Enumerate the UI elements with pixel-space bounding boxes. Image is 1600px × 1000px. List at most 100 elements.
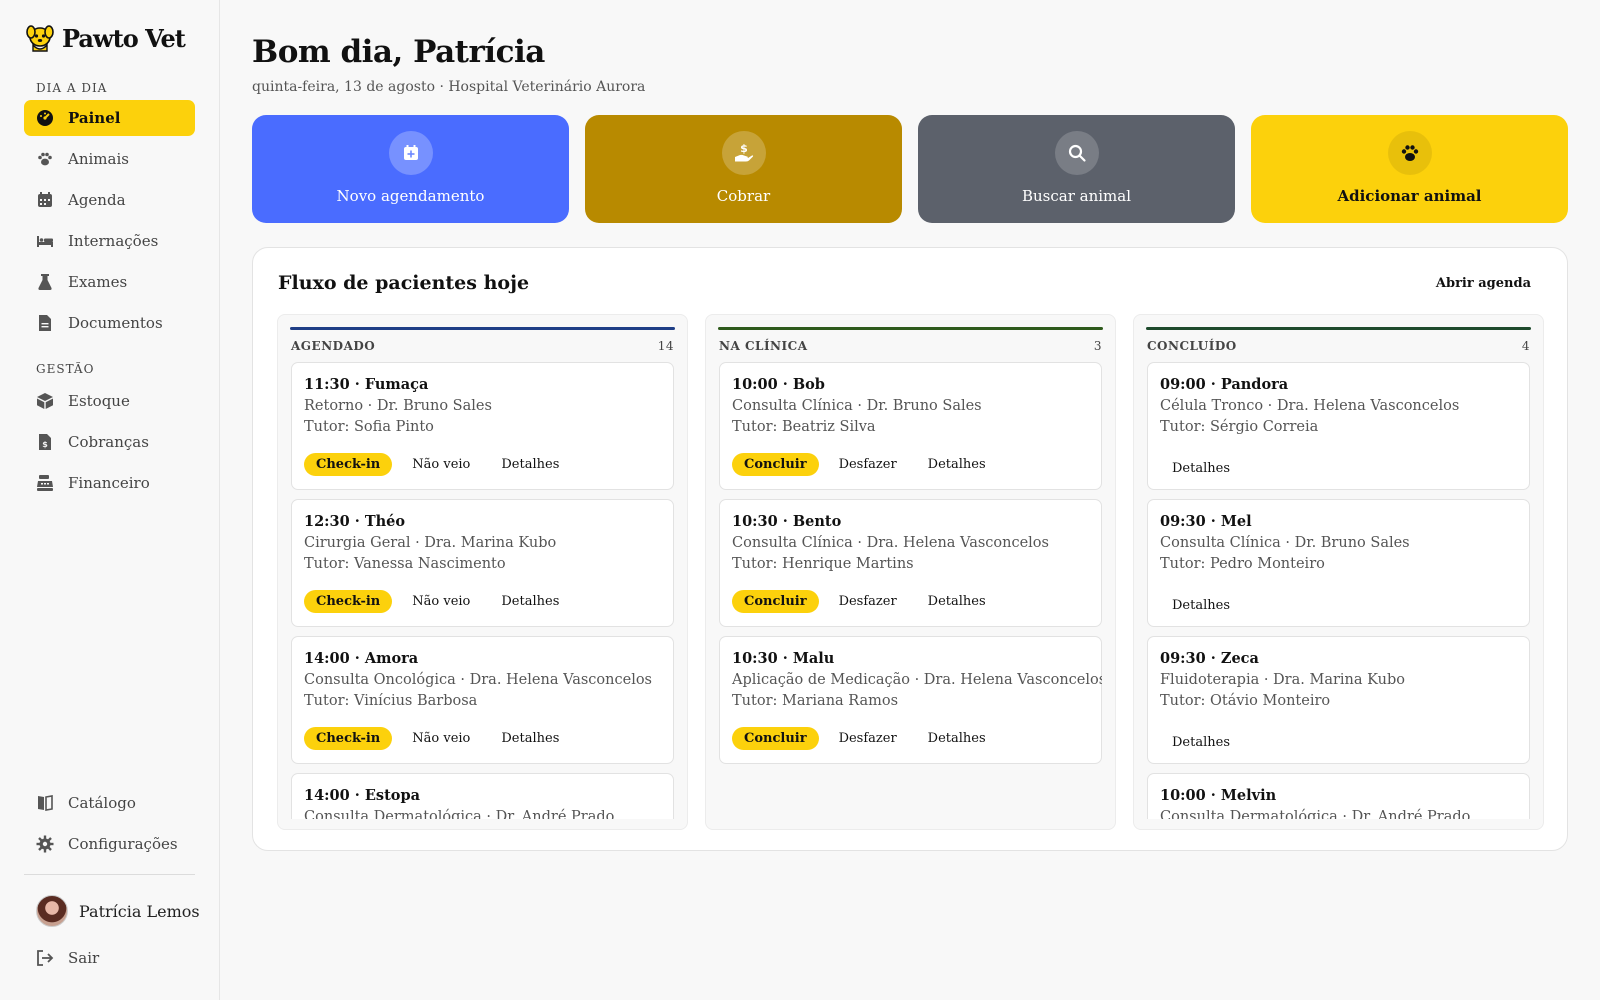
search-animal-button[interactable]: Buscar animal <box>918 115 1235 223</box>
patient-card[interactable]: 10:00 · Bob Consulta Clínica · Dr. Bruno … <box>719 362 1102 490</box>
sidebar-divider <box>24 874 195 875</box>
card-tutor: Tutor: Vanessa Nascimento <box>304 556 506 572</box>
book-icon <box>38 795 53 811</box>
card-service: Célula Tronco · Dra. Helena Vasconcelos <box>1160 398 1460 414</box>
card-title: 09:30 · Zeca <box>1160 650 1259 667</box>
card-title: 10:30 · Malu <box>732 650 835 667</box>
flask-icon <box>38 274 52 290</box>
card-service: Consulta Clínica · Dr. Bruno Sales <box>732 398 982 414</box>
sidebar-item-agenda[interactable]: Agenda <box>24 182 195 218</box>
sidebar-item-label: Financeiro <box>68 474 150 492</box>
sidebar-item-label: Painel <box>68 109 121 127</box>
card-list: 11:30 · Fumaça Retorno · Dr. Bruno Sales T… <box>291 362 674 819</box>
column-header: NA CLÍNICA 3 <box>719 339 1102 353</box>
card-details-button[interactable]: Detalhes <box>1172 598 1230 613</box>
page-title: Bom dia, Patrícia <box>252 34 545 70</box>
svg-text:$: $ <box>740 142 748 155</box>
card-details-button[interactable]: Detalhes <box>501 457 559 472</box>
card-primary-button[interactable]: Check-in <box>304 453 393 476</box>
cash-register-icon <box>37 475 53 491</box>
sidebar-item-exames[interactable]: Exames <box>24 264 195 300</box>
card-details-button[interactable]: Detalhes <box>501 594 559 609</box>
card-primary-button[interactable]: Concluir <box>732 590 819 613</box>
sidebar: Pawto Vet DIA A DIA Painel Animais Agend… <box>0 0 220 1000</box>
card-service: Consulta Clínica · Dr. Bruno Sales <box>1160 535 1410 551</box>
card-primary-button[interactable]: Check-in <box>304 590 393 613</box>
card-secondary-button[interactable]: Desfazer <box>839 594 897 609</box>
new-appointment-button[interactable]: Novo agendamento <box>252 115 569 223</box>
card-tutor: Tutor: Sofia Pinto <box>304 419 434 435</box>
card-details-button[interactable]: Detalhes <box>501 731 559 746</box>
card-actions: Detalhes <box>1160 461 1261 476</box>
quick-actions: Novo agendamento $ Cobrar Buscar animal … <box>252 115 1568 223</box>
card-secondary-button[interactable]: Desfazer <box>839 457 897 472</box>
logout-label: Sair <box>68 949 100 967</box>
card-secondary-button[interactable]: Não veio <box>412 731 470 746</box>
kanban-column: AGENDADO 14 11:30 · Fumaça Retorno · Dr. Br… <box>277 314 688 830</box>
card-details-button[interactable]: Detalhes <box>928 731 986 746</box>
patient-card[interactable]: 09:00 · Pandora Célula Tronco · Dra. Hele… <box>1147 362 1530 490</box>
card-tutor: Tutor: Mariana Ramos <box>732 693 899 709</box>
sidebar-item-animais[interactable]: Animais <box>24 141 195 177</box>
app-name: Pawto Vet <box>62 23 186 53</box>
card-primary-button[interactable]: Check-in <box>304 727 393 750</box>
add-animal-button[interactable]: Adicionar animal <box>1251 115 1568 223</box>
card-primary-button[interactable]: Concluir <box>732 727 819 750</box>
card-title: 12:30 · Théo <box>304 513 406 530</box>
card-details-button[interactable]: Detalhes <box>1172 735 1230 750</box>
card-actions: Concluir Desfazer Detalhes <box>732 453 1017 476</box>
hand-dollar-icon: $ <box>721 131 766 175</box>
card-title: 10:00 · Melvin <box>1160 787 1277 804</box>
sidebar-item-estoque[interactable]: Estoque <box>24 383 195 419</box>
patient-card[interactable]: 11:30 · Fumaça Retorno · Dr. Bruno Sales T… <box>291 362 674 490</box>
card-actions: Concluir Desfazer Detalhes <box>732 590 1017 613</box>
column-color-bar <box>290 327 675 330</box>
logout-button[interactable]: Sair <box>24 940 195 976</box>
card-actions: Detalhes <box>1160 598 1261 613</box>
svg-text:$: $ <box>42 440 48 449</box>
sidebar-item-catalogo[interactable]: Catálogo <box>24 785 195 821</box>
section-label-management: GESTÃO <box>36 362 95 376</box>
card-service: Aplicação de Medicação · Dra. Helena Vas… <box>732 672 1102 688</box>
patient-card[interactable]: 14:00 · Estopa Consulta Dermatológica · D… <box>291 773 674 819</box>
patient-card[interactable]: 10:30 · Bento Consulta Clínica · Dra. Hel… <box>719 499 1102 627</box>
open-agenda-link[interactable]: Abrir agenda <box>1436 276 1531 291</box>
patient-card[interactable]: 10:00 · Melvin Consulta Dermatológica · D… <box>1147 773 1530 819</box>
sidebar-item-label: Catálogo <box>68 794 136 812</box>
card-details-button[interactable]: Detalhes <box>928 594 986 609</box>
action-label: Adicionar animal <box>1337 187 1482 205</box>
dog-logo-icon <box>26 25 54 52</box>
card-details-button[interactable]: Detalhes <box>928 457 986 472</box>
patient-card[interactable]: 10:30 · Malu Aplicação de Medicação · Dra… <box>719 636 1102 764</box>
patient-card[interactable]: 09:30 · Mel Consulta Clínica · Dr. Bruno … <box>1147 499 1530 627</box>
patient-card[interactable]: 09:30 · Zeca Fluidoterapia · Dra. Marina … <box>1147 636 1530 764</box>
patient-card[interactable]: 14:00 · Amora Consulta Oncológica · Dra. … <box>291 636 674 764</box>
user-profile[interactable]: Patrícia Lemos <box>36 895 200 927</box>
sidebar-item-painel[interactable]: Painel <box>24 100 195 136</box>
card-primary-button[interactable]: Concluir <box>732 453 819 476</box>
action-label: Buscar animal <box>1021 187 1132 205</box>
sidebar-item-internacoes[interactable]: Internações <box>24 223 195 259</box>
avatar <box>36 895 68 927</box>
card-title: 14:00 · Estopa <box>304 787 420 804</box>
card-details-button[interactable]: Detalhes <box>1172 461 1230 476</box>
column-count: 14 <box>657 339 674 353</box>
card-secondary-button[interactable]: Não veio <box>412 457 470 472</box>
column-name: AGENDADO <box>291 339 376 353</box>
sidebar-item-documentos[interactable]: Documentos <box>24 305 195 341</box>
section-label-daily: DIA A DIA <box>36 81 108 95</box>
card-list: 10:00 · Bob Consulta Clínica · Dr. Bruno … <box>719 362 1102 819</box>
patient-card[interactable]: 12:30 · Théo Cirurgia Geral · Dra. Marina… <box>291 499 674 627</box>
gear-icon <box>36 835 54 853</box>
card-actions: Check-in Não veio Detalhes <box>304 453 590 476</box>
card-title: 10:30 · Bento <box>732 513 842 530</box>
logo[interactable]: Pawto Vet <box>24 22 186 54</box>
sidebar-item-cobrancas[interactable]: $ Cobranças <box>24 424 195 460</box>
page-subtitle: quinta-feira, 13 de agosto · Hospital Ve… <box>252 79 646 95</box>
card-actions: Check-in Não veio Detalhes <box>304 727 590 750</box>
sidebar-item-configuracoes[interactable]: Configurações <box>24 826 195 862</box>
sidebar-item-financeiro[interactable]: Financeiro <box>24 465 195 501</box>
charge-button[interactable]: $ Cobrar <box>585 115 902 223</box>
card-secondary-button[interactable]: Não veio <box>412 594 470 609</box>
card-secondary-button[interactable]: Desfazer <box>839 731 897 746</box>
